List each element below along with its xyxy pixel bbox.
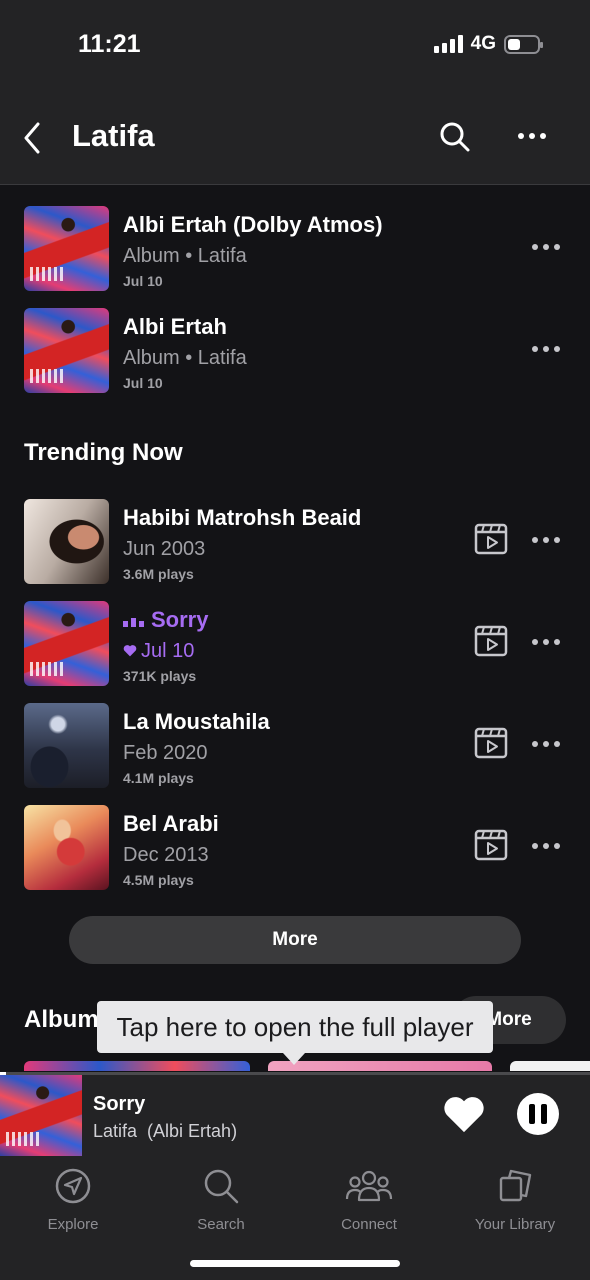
release-date: Jul 10 xyxy=(123,375,163,391)
album-art xyxy=(24,308,109,393)
release-subtitle: Album • Latifa xyxy=(123,245,247,267)
status-time: 11:21 xyxy=(78,30,141,58)
now-playing-title: Sorry xyxy=(93,1093,146,1115)
track-date-text: Jul 10 xyxy=(141,640,195,662)
tab-connect[interactable]: Connect xyxy=(304,1166,434,1236)
ellipsis-icon xyxy=(532,633,564,651)
track-title: Bel Arabi xyxy=(123,811,219,836)
row-more-button[interactable] xyxy=(532,837,564,855)
ellipsis-icon xyxy=(532,735,564,753)
tab-search[interactable]: Search xyxy=(156,1166,286,1236)
video-button[interactable] xyxy=(474,727,508,759)
pause-button[interactable] xyxy=(517,1093,559,1135)
tab-label: Search xyxy=(197,1216,245,1233)
battery-icon xyxy=(504,34,543,54)
track-title: Sorry xyxy=(123,607,208,633)
more-options-button[interactable] xyxy=(518,126,554,146)
tab-explore[interactable]: Explore xyxy=(8,1166,138,1236)
video-button[interactable] xyxy=(474,829,508,861)
ellipsis-icon xyxy=(532,238,564,256)
ellipsis-icon xyxy=(532,837,564,855)
page-title: Latifa xyxy=(72,118,155,153)
release-title: Albi Ertah xyxy=(123,314,227,339)
status-bar: 11:21 4G xyxy=(0,0,590,90)
track-art xyxy=(24,805,109,890)
track-row[interactable]: La Moustahila Feb 2020 4.1M plays xyxy=(0,703,590,793)
tab-label: Your Library xyxy=(474,1216,556,1233)
row-more-button[interactable] xyxy=(532,633,564,651)
search-icon xyxy=(204,1169,239,1204)
mini-player[interactable]: Sorry Latifa (Albi Ertah) xyxy=(0,1072,590,1156)
release-subtitle: Album • Latifa xyxy=(123,347,247,369)
video-clapper-icon xyxy=(474,829,508,861)
ellipsis-icon xyxy=(532,531,564,549)
track-plays: 4.1M plays xyxy=(123,770,194,786)
trending-heading: Trending Now xyxy=(24,439,183,466)
album-art xyxy=(24,206,109,291)
now-playing-art xyxy=(0,1075,82,1156)
track-row[interactable]: Bel Arabi Dec 2013 4.5M plays xyxy=(0,805,590,895)
track-row[interactable]: Habibi Matrohsh Beaid Jun 2003 3.6M play… xyxy=(0,499,590,589)
now-playing-artist: Latifa (Albi Ertah) xyxy=(93,1121,238,1141)
artist-page-content[interactable]: Albi Ertah (Dolby Atmos) Album • Latifa … xyxy=(0,186,590,1071)
top-nav-bar: Latifa xyxy=(0,90,590,185)
signal-icon xyxy=(433,35,463,53)
video-clapper-icon xyxy=(474,625,508,657)
track-title: La Moustahila xyxy=(123,709,270,734)
track-date: Dec 2013 xyxy=(123,844,209,866)
row-more-button[interactable] xyxy=(532,735,564,753)
equalizer-icon xyxy=(123,618,144,627)
bottom-tab-bar: Explore Search Connect Your Library xyxy=(0,1156,590,1280)
tab-label: Connect xyxy=(341,1216,397,1233)
track-art xyxy=(24,499,109,584)
tab-your-library[interactable]: Your Library xyxy=(450,1166,580,1236)
album-card[interactable] xyxy=(510,1061,590,1071)
track-plays: 3.6M plays xyxy=(123,566,194,582)
search-button[interactable] xyxy=(438,120,472,154)
row-more-button[interactable] xyxy=(532,238,564,256)
track-date: Jun 2003 xyxy=(123,538,206,560)
track-plays: 4.5M plays xyxy=(123,872,194,888)
more-tracks-button[interactable]: More xyxy=(69,916,521,964)
chevron-left-icon xyxy=(24,122,40,154)
track-title: Habibi Matrohsh Beaid xyxy=(123,505,362,530)
library-icon xyxy=(499,1169,532,1202)
like-button[interactable] xyxy=(442,1094,486,1134)
video-clapper-icon xyxy=(474,727,508,759)
pause-icon xyxy=(529,1104,535,1124)
heart-icon xyxy=(444,1097,484,1133)
heart-icon xyxy=(123,645,137,657)
home-indicator[interactable] xyxy=(190,1260,400,1267)
compass-icon xyxy=(55,1168,91,1204)
release-row[interactable]: Albi Ertah (Dolby Atmos) Album • Latifa … xyxy=(0,206,590,296)
search-icon xyxy=(440,122,470,152)
ellipsis-icon xyxy=(532,340,564,358)
track-title-text: Sorry xyxy=(151,607,209,632)
release-row[interactable]: Albi Ertah Album • Latifa Jul 10 xyxy=(0,308,590,398)
track-date: Feb 2020 xyxy=(123,742,208,764)
album-card[interactable] xyxy=(24,1061,250,1071)
release-title: Albi Ertah (Dolby Atmos) xyxy=(123,212,383,237)
back-button[interactable] xyxy=(20,120,50,156)
tab-label: Explore xyxy=(47,1216,99,1233)
people-icon xyxy=(345,1170,393,1202)
video-clapper-icon xyxy=(474,523,508,555)
track-row-now-playing[interactable]: Sorry Jul 10 371K plays xyxy=(0,601,590,691)
full-player-tooltip[interactable]: Tap here to open the full player xyxy=(97,1001,493,1065)
track-date: Jul 10 xyxy=(123,640,194,663)
track-art xyxy=(24,703,109,788)
row-more-button[interactable] xyxy=(532,340,564,358)
network-label: 4G xyxy=(470,33,496,54)
video-button[interactable] xyxy=(474,523,508,555)
video-button[interactable] xyxy=(474,625,508,657)
row-more-button[interactable] xyxy=(532,531,564,549)
track-art xyxy=(24,601,109,686)
status-indicators: 4G xyxy=(433,33,543,55)
track-plays: 371K plays xyxy=(123,668,197,684)
release-date: Jul 10 xyxy=(123,273,163,289)
playback-progress xyxy=(0,1072,590,1075)
ellipsis-icon xyxy=(518,126,554,146)
